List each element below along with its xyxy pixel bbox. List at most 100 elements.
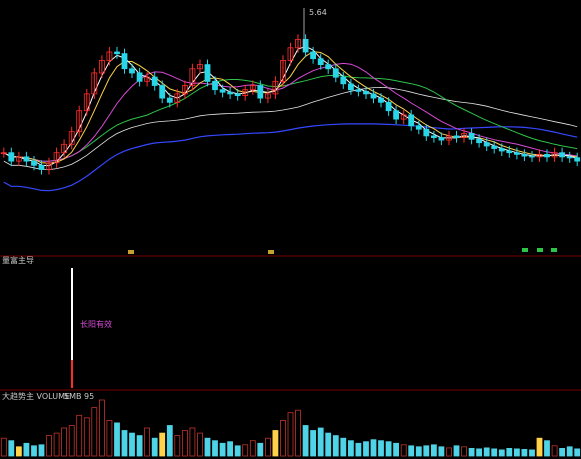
- candle-body: [219, 89, 226, 93]
- volume-bar: [453, 445, 460, 457]
- indicator-annotation: 长阳有效: [80, 320, 112, 329]
- volume-bar: [574, 448, 581, 457]
- volume-bar: [121, 430, 128, 457]
- volume-bar: [219, 442, 226, 457]
- candle-body: [31, 160, 37, 166]
- volume-bar: [355, 442, 362, 457]
- volume-bar: [257, 442, 264, 457]
- candle-body: [317, 58, 324, 66]
- volume-bar: [551, 445, 558, 457]
- volume-bar: [340, 437, 347, 457]
- volume-bar: [227, 441, 234, 457]
- volume-bar: [129, 432, 135, 457]
- volume-bar: [347, 440, 354, 457]
- candle-body: [310, 51, 317, 60]
- volume-bar: [68, 425, 75, 457]
- volume-bar: [423, 445, 430, 457]
- candle-body: [159, 85, 166, 99]
- volume-bar: [506, 447, 513, 457]
- volume-bar: [212, 440, 218, 457]
- ma20-line: [3, 62, 578, 162]
- volume-bar: [295, 409, 301, 457]
- candle-body: [136, 72, 143, 82]
- event-marker: [268, 250, 274, 254]
- candle-body: [355, 89, 362, 92]
- indicator-panel-title: 量富主导: [2, 256, 34, 265]
- volume-bar: [476, 448, 483, 457]
- volume-bar: [325, 432, 332, 457]
- volume-bar: [272, 430, 279, 457]
- volume-bar: [566, 446, 573, 457]
- candle-body: [340, 76, 347, 85]
- volume-bar: [114, 422, 120, 457]
- max-price-label: 5.64: [309, 8, 327, 17]
- volume-bar: [159, 432, 166, 457]
- volume-panel-title: 大趋势主 VOLUME: [2, 392, 71, 401]
- candle-body: [453, 135, 460, 138]
- candle-body: [468, 132, 475, 140]
- candle-body: [408, 114, 415, 127]
- candle-body: [378, 97, 384, 103]
- stock-chart-window: 量富主导 长阳有效 大趋势主 VOLUME 5MB 95 5.64: [0, 0, 581, 459]
- ma60-line: [3, 74, 578, 162]
- volume-bar: [136, 435, 143, 457]
- volume-bar: [264, 437, 271, 457]
- volume-bar: [559, 447, 565, 457]
- volume-bar: [317, 427, 324, 457]
- volume-bar: [415, 446, 422, 457]
- volume-bar: [498, 449, 505, 457]
- volume-bar: [529, 449, 535, 457]
- volume-bar: [151, 437, 158, 457]
- volume-bar: [204, 437, 211, 457]
- event-marker: [128, 250, 134, 254]
- volume-bar: [400, 444, 407, 457]
- volume-bar: [483, 447, 490, 457]
- volume-bar: [31, 445, 37, 457]
- candle-body: [498, 148, 505, 152]
- volume-bar: [61, 427, 67, 457]
- volume-bar: [197, 432, 203, 457]
- candle-body: [234, 93, 241, 97]
- candle-body: [363, 91, 369, 95]
- volume-bar: [242, 444, 249, 457]
- volume-bar: [332, 435, 339, 457]
- volume-bar: [385, 441, 392, 457]
- volume-bar: [287, 412, 294, 457]
- candle-body: [514, 152, 520, 155]
- volume-bar: [83, 417, 90, 457]
- volume-bar: [166, 425, 173, 457]
- volume-bar: [8, 440, 15, 457]
- candle-body: [129, 68, 135, 74]
- candle-body: [370, 93, 377, 99]
- event-marker: [522, 248, 528, 252]
- ma250-line: [3, 123, 578, 192]
- candle-body: [227, 91, 234, 95]
- volume-bar: [468, 447, 475, 457]
- volume-bar: [189, 427, 196, 457]
- volume-bar: [430, 444, 437, 457]
- candle-body: [544, 153, 550, 158]
- candle-body: [325, 64, 332, 70]
- ma120-line: [3, 86, 578, 171]
- candle-body: [166, 97, 173, 103]
- candle-body: [430, 135, 437, 138]
- volume-panel-subtitle: 5MB 95: [64, 392, 95, 401]
- volume-bar: [408, 445, 415, 457]
- candle-body: [23, 156, 30, 162]
- volume-bar: [38, 444, 45, 457]
- candle-body: [438, 137, 445, 141]
- candle-body: [566, 156, 573, 159]
- volume-bar: [76, 414, 83, 457]
- volume-bar: [310, 430, 317, 457]
- volume-bar: [15, 446, 22, 457]
- volume-bar: [378, 440, 384, 457]
- volume-bar: [393, 442, 400, 457]
- candle-body: [204, 64, 211, 82]
- volume-bar: [23, 442, 30, 457]
- candle-body: [476, 138, 483, 144]
- candle-body: [574, 157, 581, 162]
- candle-body: [559, 152, 565, 158]
- volume-bar: [544, 440, 550, 457]
- volume-bar: [181, 430, 188, 457]
- volume-bar: [491, 448, 498, 457]
